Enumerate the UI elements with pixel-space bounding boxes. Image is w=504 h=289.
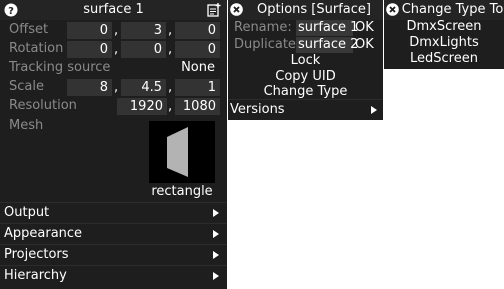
rotation-x-field[interactable]: 0 (67, 41, 112, 58)
offset-x-field[interactable]: 0 (67, 22, 112, 39)
rename-ok-button[interactable]: OK (355, 19, 374, 37)
mesh-name: rectangle (151, 184, 213, 199)
submenu-arrow-icon (371, 106, 377, 114)
section-projectors[interactable]: Projectors (0, 244, 227, 264)
scale-y-field[interactable]: 4.5 (121, 79, 166, 96)
offset-y-field[interactable]: 3 (121, 22, 166, 39)
mesh-preview-shape (167, 127, 188, 177)
separator: , (114, 42, 119, 57)
section-hierarchy-label: Hierarchy (4, 268, 67, 283)
surface-panel: ? surface 1 Offset 0 , 3 , 0 Rotation 0 … (0, 0, 227, 289)
rotation-label: Rotation (9, 41, 64, 56)
submenu-arrow-icon (213, 209, 219, 217)
surface-panel-header[interactable]: ? surface 1 (0, 0, 227, 20)
rotation-y-field[interactable]: 0 (121, 41, 166, 58)
mesh-preview[interactable] (149, 121, 215, 183)
options-panel-header[interactable]: Options [Surface] (228, 0, 383, 20)
separator: , (168, 42, 173, 57)
submenu-arrow-icon (213, 230, 219, 238)
scale-label: Scale (9, 79, 44, 94)
options-panel-title: Options [Surface] (257, 2, 371, 17)
resolution-label: Resolution (9, 98, 77, 113)
offset-label: Offset (9, 22, 49, 37)
type-option-dmxscreen[interactable]: DmxScreen (384, 19, 504, 35)
separator: , (168, 80, 173, 95)
submenu-arrow-icon (213, 272, 219, 280)
scale-x-field[interactable]: 8 (67, 79, 112, 96)
duplicate-label: Duplicate: (234, 37, 301, 52)
add-note-icon[interactable] (207, 3, 221, 17)
section-hierarchy[interactable]: Hierarchy (0, 265, 227, 285)
section-projectors-label: Projectors (4, 247, 69, 262)
change-type-panel: Change Type To DmxScreen DmxLights LedSc… (384, 0, 504, 69)
copy-uid-button[interactable]: Copy UID (228, 69, 383, 85)
surface-panel-title: surface 1 (83, 2, 144, 17)
change-type-panel-title: Change Type To (401, 2, 504, 17)
separator: , (168, 23, 173, 38)
change-type-panel-header[interactable]: Change Type To (384, 0, 504, 20)
type-option-ledscreen[interactable]: LedScreen (384, 51, 504, 67)
close-icon[interactable] (386, 3, 399, 16)
duplicate-ok-button[interactable]: OK (355, 36, 374, 54)
section-appearance-label: Appearance (4, 226, 83, 241)
options-panel: Options [Surface] Rename: surface 1 OK D… (228, 0, 383, 120)
separator: , (114, 80, 119, 95)
submenu-arrow-icon (213, 251, 219, 259)
close-icon[interactable] (230, 3, 243, 16)
lock-button[interactable]: Lock (228, 53, 383, 69)
versions-menu[interactable]: Versions (228, 99, 383, 120)
scale-z-field[interactable]: 1 (175, 79, 220, 96)
separator: , (168, 99, 173, 114)
duplicate-input[interactable]: surface 2 (296, 37, 358, 53)
mesh-label: Mesh (9, 118, 44, 133)
resolution-height-field[interactable]: 1080 (175, 98, 220, 115)
rename-input[interactable]: surface 1 (296, 20, 358, 36)
tracking-source-dropdown[interactable]: None (181, 59, 215, 77)
section-output[interactable]: Output (0, 202, 227, 222)
offset-z-field[interactable]: 0 (175, 22, 220, 39)
rename-label: Rename: (234, 20, 292, 35)
type-option-dmxlights[interactable]: DmxLights (384, 35, 504, 51)
versions-label: Versions (230, 102, 285, 117)
separator: , (114, 23, 119, 38)
resolution-width-field[interactable]: 1920 (117, 98, 167, 115)
tracking-source-label: Tracking source (9, 60, 111, 75)
rotation-z-field[interactable]: 0 (175, 41, 220, 58)
section-output-label: Output (4, 205, 50, 220)
change-type-button[interactable]: Change Type (228, 84, 383, 100)
section-appearance[interactable]: Appearance (0, 223, 227, 243)
